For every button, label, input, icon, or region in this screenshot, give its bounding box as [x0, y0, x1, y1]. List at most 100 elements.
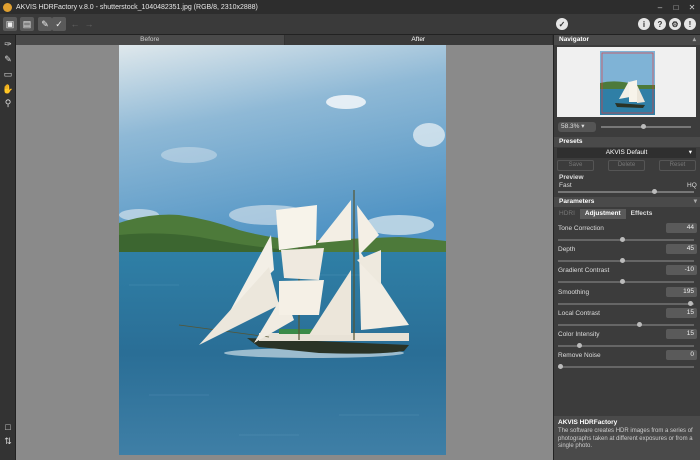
color-intensity-knob[interactable]	[577, 343, 582, 348]
open-image-icon: ▣	[5, 18, 15, 29]
navigator-preview[interactable]	[557, 47, 696, 117]
eyedropper-tool[interactable]: ✑	[2, 38, 14, 50]
chevron-down-icon: ▾	[688, 149, 692, 156]
navigator-title: Navigator	[559, 36, 589, 43]
help-icon: ?	[657, 19, 663, 29]
local-contrast-knob[interactable]	[637, 322, 642, 327]
right-panel: Navigator ▴ 58.3% ▾ Presets AKVIS Defaul…	[553, 35, 700, 460]
smoothing-value[interactable]: 195	[666, 287, 697, 297]
tab-hdri[interactable]: HDRI	[554, 209, 580, 219]
gear-icon: ⚙	[671, 19, 679, 29]
tab-effects[interactable]: Effects	[626, 209, 658, 219]
batch-mode-button[interactable]: ✓	[52, 17, 66, 31]
tone-correction-knob[interactable]	[620, 237, 625, 242]
local-contrast-value[interactable]: 15	[666, 308, 697, 318]
color-intensity-value[interactable]: 15	[666, 329, 697, 339]
remove-noise-knob[interactable]	[558, 364, 563, 369]
depth-knob[interactable]	[620, 258, 625, 263]
eraser-icon: ▭	[3, 68, 13, 79]
depth-slider[interactable]	[558, 258, 694, 263]
open-folder-button[interactable]: ▤	[20, 17, 34, 31]
notification-icon: !	[688, 19, 692, 29]
preset-selected: AKVIS Default	[605, 149, 648, 156]
hand-tool[interactable]: ✋	[2, 83, 14, 95]
undo-button[interactable]: ←	[68, 17, 82, 31]
tab-after[interactable]: After	[284, 35, 553, 45]
folder-icon: ▤	[22, 18, 32, 29]
presets-header: Presets	[554, 137, 700, 147]
gradient-contrast-value[interactable]: -10	[666, 265, 697, 275]
tone-correction-value[interactable]: 44	[666, 223, 697, 233]
parameters-title: Parameters	[559, 198, 595, 205]
tab-before[interactable]: Before	[16, 35, 285, 45]
gradient-contrast-label: Gradient Contrast	[558, 267, 610, 274]
background-color-swatch[interactable]: □	[2, 421, 14, 433]
collapse-icon[interactable]: ▾	[694, 197, 697, 207]
swap-icon: ⇅	[4, 435, 12, 446]
maximize-button[interactable]: □	[668, 0, 684, 14]
image-canvas[interactable]: Before After	[16, 35, 553, 460]
smoothing-slider[interactable]	[558, 301, 694, 306]
save-preset-button[interactable]: Save	[557, 160, 594, 171]
collapse-icon[interactable]: ▴	[693, 35, 696, 45]
tab-adjustment[interactable]: Adjustment	[579, 209, 626, 219]
local-contrast-slider[interactable]	[558, 322, 694, 327]
eraser-tool[interactable]: ▭	[2, 68, 14, 80]
check-icon: ✓	[558, 19, 566, 29]
help-button[interactable]: ?	[654, 18, 666, 30]
toolbar: ▣ ▤ ✎ ✓ ← → ✓ i ? ⚙ !	[0, 14, 700, 35]
swap-colors-button[interactable]: ⇅	[2, 435, 14, 447]
zoom-controls: 58.3% ▾	[557, 122, 696, 132]
delete-preset-button[interactable]: Delete	[608, 160, 645, 171]
preview-slider[interactable]	[558, 189, 694, 194]
zoom-slider[interactable]	[601, 124, 691, 129]
color-intensity-slider[interactable]	[558, 343, 694, 348]
depth-label: Depth	[558, 246, 576, 253]
smoothing-knob[interactable]	[688, 301, 693, 306]
batch-icon: ✓	[55, 18, 63, 29]
info-text: The software creates HDR images from a s…	[558, 428, 693, 449]
zoom-tool[interactable]: ⚲	[2, 97, 14, 109]
result-image	[119, 45, 446, 455]
zoom-value: 58.3%	[561, 123, 580, 130]
preview-slider-knob[interactable]	[652, 189, 657, 194]
open-image-button[interactable]: ▣	[3, 17, 17, 31]
brush-icon: ✎	[4, 53, 12, 64]
preferences-button[interactable]: ⚙	[669, 18, 681, 30]
gradient-contrast-slider[interactable]	[558, 279, 694, 284]
notifications-button[interactable]: !	[684, 18, 696, 30]
gradient-contrast-knob[interactable]	[620, 279, 625, 284]
remove-noise-slider[interactable]	[558, 364, 694, 369]
brush-tool[interactable]: ✎	[2, 53, 14, 65]
reset-preset-button[interactable]: Reset	[659, 160, 696, 171]
window-title: AKVIS HDRFactory v.8.0 - shutterstock_10…	[16, 3, 258, 11]
presets-title: Presets	[559, 138, 583, 145]
parameters-header: Parameters ▾	[554, 197, 700, 207]
redo-icon: →	[84, 19, 94, 29]
eyedropper-icon: ✑	[4, 38, 12, 49]
window-controls: – □ ✕	[652, 0, 700, 14]
remove-noise-value[interactable]: 0	[666, 350, 697, 360]
minimize-button[interactable]: –	[652, 0, 668, 14]
tools-panel: ✑ ✎ ▭ ✋ ⚲ □ ⇅	[0, 35, 16, 460]
preview-title: Preview	[559, 174, 584, 181]
app-icon	[3, 2, 12, 12]
preset-dropdown[interactable]: AKVIS Default ▾	[557, 148, 696, 158]
redo-button[interactable]: →	[82, 17, 96, 31]
smoothing-label: Smoothing	[558, 289, 590, 296]
preview-hq-label: HQ	[687, 182, 697, 189]
title-bar: AKVIS HDRFactory v.8.0 - shutterstock_10…	[0, 0, 700, 14]
run-button[interactable]: ✓	[556, 18, 568, 30]
color-swatch-icon: □	[5, 422, 11, 432]
hdr-mode-button[interactable]: ✎	[38, 17, 52, 31]
zoom-select[interactable]: 58.3% ▾	[558, 122, 596, 132]
tone-correction-slider[interactable]	[558, 237, 694, 242]
about-button[interactable]: i	[638, 18, 650, 30]
tone-correction-label: Tone Correction	[558, 225, 604, 232]
zoom-slider-knob[interactable]	[641, 124, 646, 129]
depth-value[interactable]: 45	[666, 244, 697, 254]
info-panel: AKVIS HDRFactory The software creates HD…	[554, 416, 700, 460]
undo-icon: ←	[70, 19, 80, 29]
zoom-icon: ⚲	[4, 97, 12, 108]
close-button[interactable]: ✕	[684, 0, 700, 14]
